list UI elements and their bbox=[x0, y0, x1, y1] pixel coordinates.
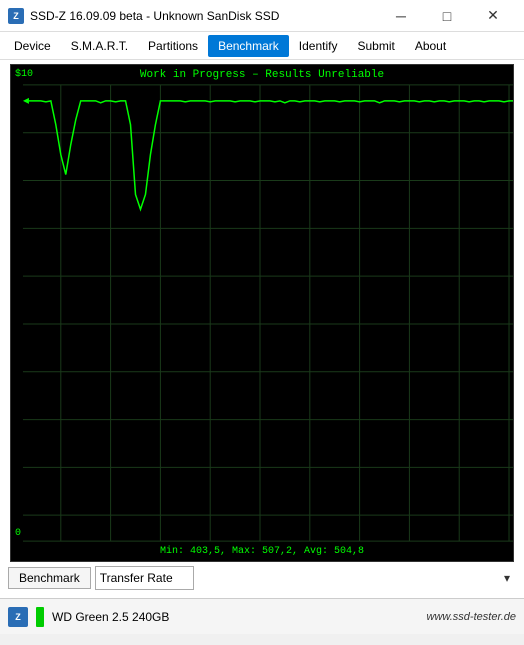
menu-bar: Device S.M.A.R.T. Partitions Benchmark I… bbox=[0, 32, 524, 60]
title-bar-left: Z SSD-Z 16.09.09 beta - Unknown SanDisk … bbox=[8, 8, 279, 24]
menu-benchmark[interactable]: Benchmark bbox=[208, 35, 289, 57]
menu-identify[interactable]: Identify bbox=[289, 35, 348, 57]
menu-submit[interactable]: Submit bbox=[347, 35, 404, 57]
chart-y-min-label: 0 bbox=[15, 528, 21, 539]
benchmark-chart: $10 0 Work in Progress – Results Unrelia… bbox=[10, 64, 514, 562]
benchmark-button[interactable]: Benchmark bbox=[8, 567, 91, 589]
chart-y-max-label: $10 bbox=[15, 69, 33, 80]
menu-partitions[interactable]: Partitions bbox=[138, 35, 208, 57]
website-label: www.ssd-tester.de bbox=[427, 611, 516, 623]
status-app-icon: Z bbox=[8, 607, 28, 627]
app-icon: Z bbox=[8, 8, 24, 24]
menu-about[interactable]: About bbox=[405, 35, 456, 57]
drive-status-indicator bbox=[36, 607, 44, 627]
menu-device[interactable]: Device bbox=[4, 35, 61, 57]
chart-svg bbox=[11, 65, 513, 561]
chart-stats: Min: 403,5, Max: 507,2, Avg: 504,8 bbox=[160, 546, 364, 557]
main-content: $10 0 Work in Progress – Results Unrelia… bbox=[0, 60, 524, 598]
status-bar: Z WD Green 2.5 240GB www.ssd-tester.de bbox=[0, 598, 524, 634]
minimize-button[interactable]: ─ bbox=[378, 0, 424, 32]
dropdown-wrapper: Transfer Rate Sequential Read Sequential… bbox=[95, 566, 516, 590]
chart-title: Work in Progress – Results Unreliable bbox=[140, 69, 384, 81]
chart-type-dropdown[interactable]: Transfer Rate Sequential Read Sequential… bbox=[95, 566, 194, 590]
title-bar: Z SSD-Z 16.09.09 beta - Unknown SanDisk … bbox=[0, 0, 524, 32]
window-controls: ─ □ ✕ bbox=[378, 0, 516, 32]
menu-smart[interactable]: S.M.A.R.T. bbox=[61, 35, 138, 57]
drive-name: WD Green 2.5 240GB bbox=[52, 610, 419, 624]
close-button[interactable]: ✕ bbox=[470, 0, 516, 32]
window-title: SSD-Z 16.09.09 beta - Unknown SanDisk SS… bbox=[30, 9, 279, 23]
maximize-button[interactable]: □ bbox=[424, 0, 470, 32]
bottom-controls: Benchmark Transfer Rate Sequential Read … bbox=[4, 562, 520, 594]
